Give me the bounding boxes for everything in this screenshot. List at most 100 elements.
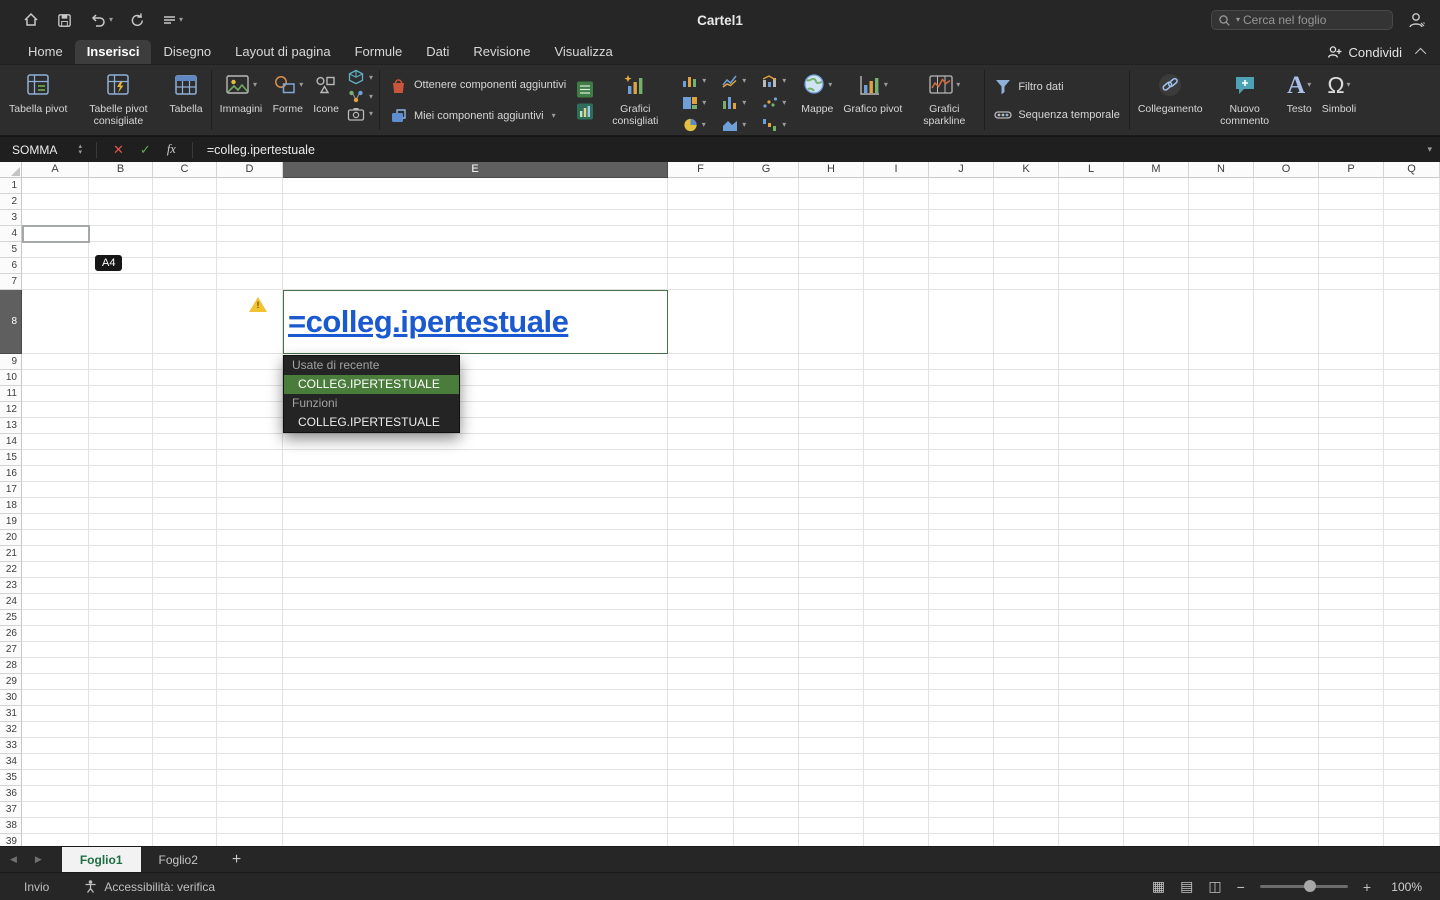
prev-sheet-button[interactable]: ◀ [10,854,17,865]
page-layout-view-button[interactable]: ▤ [1180,878,1193,895]
column-header-Q[interactable]: Q [1384,162,1440,178]
screenshot-button[interactable]: ▾ [347,107,373,121]
sparklines-caret[interactable]: ▾ [956,81,960,89]
row-header-24[interactable]: 24 [0,594,22,610]
combo-chart-caret[interactable]: ▾ [782,77,786,85]
row-header-19[interactable]: 19 [0,514,22,530]
row-header-13[interactable]: 13 [0,418,22,434]
maps-button[interactable]: ▾ Mappe [796,65,838,118]
my-addins-button[interactable]: Miei componenti aggiuntivi ▾ [389,107,566,125]
my-addins-caret[interactable]: ▾ [552,112,556,120]
sheet-tab-foglio2[interactable]: Foglio2 [141,847,216,872]
search-box[interactable]: ▾ Cerca nel foglio [1211,10,1393,30]
waterfall-chart-caret[interactable]: ▾ [782,121,786,129]
name-box-stepper[interactable]: ▴ ▾ [78,144,82,156]
row-header-18[interactable]: 18 [0,498,22,514]
formula-bar-expand-caret[interactable]: ▾ [1427,144,1432,155]
recommended-charts-button[interactable]: Grafici consigliati [598,65,672,131]
tab-layout-di-pagina[interactable]: Layout di pagina [223,40,342,64]
symbols-button[interactable]: Ω▾ Simboli [1317,65,1361,118]
symbols-caret[interactable]: ▾ [1347,81,1351,89]
tab-disegno[interactable]: Disegno [151,40,223,64]
smartart-caret[interactable]: ▾ [369,93,373,101]
new-comment-button[interactable]: Nuovo commento [1208,65,1282,131]
row-header-20[interactable]: 20 [0,530,22,546]
column-header-I[interactable]: I [864,162,929,178]
save-button[interactable] [56,12,73,29]
column-header-J[interactable]: J [929,162,994,178]
slicer-button[interactable]: Filtro dati [994,78,1120,96]
tab-home[interactable]: Home [16,40,75,64]
addin-sheet-button-1[interactable] [575,80,595,99]
accessibility-checker[interactable]: Accessibilità: verifica [83,879,215,894]
area-chart-button[interactable]: ▾ [714,114,754,136]
normal-view-button[interactable]: ▦ [1152,878,1165,895]
column-header-A[interactable]: A [22,162,89,178]
row-header-39[interactable]: 39 [0,834,22,846]
name-box[interactable]: SOMMA ▴ ▾ [0,137,88,162]
undo-button[interactable]: ▾ [89,12,113,28]
recommended-pivot-tables-button[interactable]: Tabelle pivot consigliate [72,65,164,131]
scatter-chart-caret[interactable]: ▾ [782,99,786,107]
row-header-6[interactable]: 6 [0,258,22,274]
column-chart-caret[interactable]: ▾ [702,77,706,85]
column-header-E[interactable]: E [283,162,668,178]
column-chart-button[interactable]: ▾ [674,70,714,92]
insert-function-button[interactable]: fx [167,142,176,157]
autocomplete-item[interactable]: COLLEG.IPERTESTUALE [284,413,459,432]
row-header-4[interactable]: 4 [0,226,22,242]
pie-chart-caret[interactable]: ▾ [702,121,706,129]
smartart-button[interactable]: ▾ [347,89,373,104]
share-button[interactable]: Condividi [1326,45,1402,60]
undo-menu-caret[interactable]: ▾ [109,16,113,24]
warning-icon[interactable]: ! [249,297,267,312]
tab-dati[interactable]: Dati [414,40,461,64]
column-header-P[interactable]: P [1319,162,1384,178]
row-header-37[interactable]: 37 [0,802,22,818]
zoom-slider-knob[interactable] [1304,880,1316,892]
shapes-button[interactable]: ▾ Forme [267,65,308,118]
row-header-7[interactable]: 7 [0,274,22,290]
row-header-8[interactable]: 8 [0,290,22,354]
row-header-2[interactable]: 2 [0,194,22,210]
page-break-view-button[interactable]: ◫ [1208,878,1221,895]
column-header-K[interactable]: K [994,162,1059,178]
row-header-32[interactable]: 32 [0,722,22,738]
row-header-1[interactable]: 1 [0,178,22,194]
line-chart-caret[interactable]: ▾ [742,77,746,85]
row-header-9[interactable]: 9 [0,354,22,370]
next-sheet-button[interactable]: ▶ [35,854,42,865]
column-header-C[interactable]: C [153,162,217,178]
row-header-15[interactable]: 15 [0,450,22,466]
select-all-corner[interactable] [0,162,22,178]
tab-inserisci[interactable]: Inserisci [75,40,152,64]
row-header-29[interactable]: 29 [0,674,22,690]
scatter-chart-button[interactable]: ▾ [754,92,794,114]
table-button[interactable]: Tabella [164,65,207,118]
sparklines-button[interactable]: ▾ Grafici sparkline [907,65,981,131]
row-header-33[interactable]: 33 [0,738,22,754]
add-sheet-button[interactable]: + [232,852,241,868]
pictures-caret[interactable]: ▾ [253,81,257,89]
tab-formule[interactable]: Formule [343,40,415,64]
confirm-entry-button[interactable]: ✓ [140,142,151,158]
pivot-chart-button[interactable]: ▾ Grafico pivot [838,65,907,118]
row-header-35[interactable]: 35 [0,770,22,786]
pivot-chart-caret[interactable]: ▾ [884,81,888,89]
redo-button[interactable] [129,12,146,29]
tab-visualizza[interactable]: Visualizza [542,40,624,64]
column-header-G[interactable]: G [734,162,799,178]
column-header-O[interactable]: O [1254,162,1319,178]
screenshot-caret[interactable]: ▾ [369,110,373,118]
zoom-slider[interactable] [1260,885,1348,888]
column-header-H[interactable]: H [799,162,864,178]
zoom-out-button[interactable]: − [1237,879,1245,895]
line-chart-button[interactable]: ▾ [714,70,754,92]
sheet-area[interactable]: A4 ! =colleg.ipertestuale Usate di recen… [22,178,1440,846]
icons-button[interactable]: Icone [308,65,344,118]
customize-toolbar-caret[interactable]: ▾ [179,16,183,24]
customize-toolbar-button[interactable]: ▾ [162,13,183,27]
zoom-in-button[interactable]: + [1363,879,1371,895]
row-header-31[interactable]: 31 [0,706,22,722]
row-header-27[interactable]: 27 [0,642,22,658]
